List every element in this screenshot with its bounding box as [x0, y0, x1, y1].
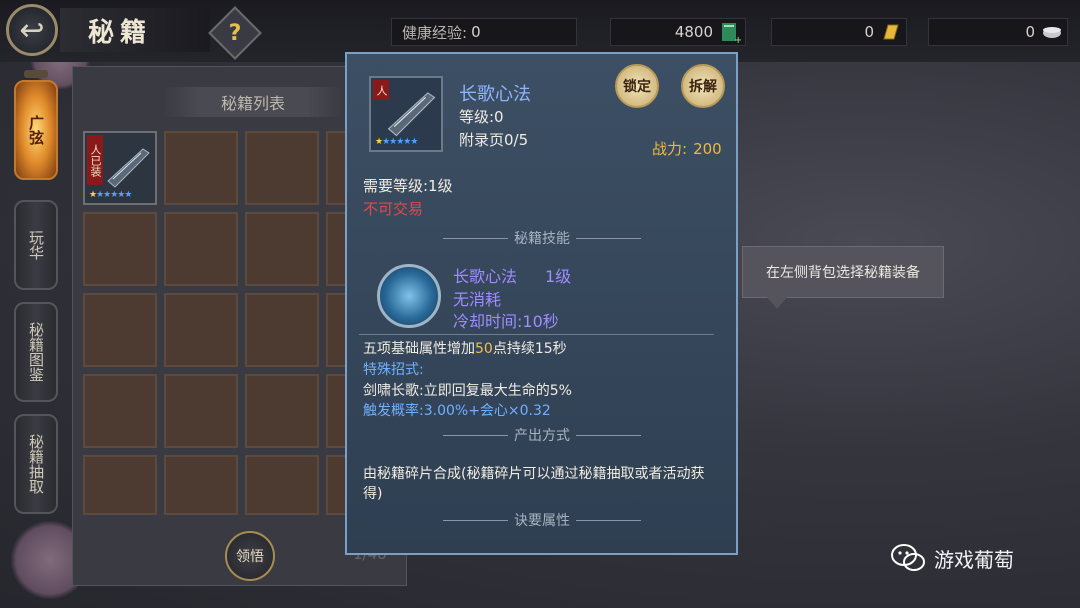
silver-currency-display: 0 — [928, 18, 1068, 46]
section-divider: 产出方式 — [437, 426, 647, 444]
health-exp-value: 0 — [471, 23, 481, 41]
no-trade-notice: 不可交易 — [363, 200, 424, 218]
tab-label: 广弦 — [27, 115, 45, 145]
inventory-slot-equipped[interactable]: 人已装 ★★★★★★ — [83, 131, 157, 205]
section-title: 诀要属性 — [514, 513, 570, 529]
desc-suffix: 点持续15秒 — [492, 341, 567, 357]
inventory-header: 秘籍列表 — [163, 87, 343, 117]
section-title: 产出方式 — [514, 428, 570, 444]
inventory-slot[interactable] — [245, 131, 319, 205]
comprehend-button[interactable]: 领悟 — [225, 531, 275, 581]
hint-bubble: 在左侧背包选择秘籍装备 — [742, 246, 944, 309]
skill-description: 五项基础属性增加50点持续15秒 — [363, 338, 567, 358]
question-icon: ? — [228, 20, 242, 46]
lantern-cap — [24, 70, 48, 78]
section-divider: 诀要属性 — [437, 511, 647, 529]
tab-manual-gallery[interactable]: 秘籍图鉴 — [14, 302, 58, 402]
wechat-icon — [891, 544, 925, 571]
inventory-slot[interactable] — [83, 212, 157, 286]
power-label: 战力: — [652, 140, 688, 158]
health-exp-label: 健康经验: — [402, 23, 468, 42]
green-book-icon: + — [722, 23, 741, 43]
inventory-slot[interactable] — [83, 374, 157, 448]
decompose-button[interactable]: 拆解 — [681, 64, 725, 108]
item-name: 长歌心法 — [459, 84, 531, 105]
combat-power: 战力: 200 — [652, 138, 722, 159]
special-move-label: 特殊招式: — [363, 362, 424, 378]
tab-label: 秘籍抽取 — [27, 434, 45, 494]
power-value: 200 — [693, 140, 722, 158]
special-move-desc: 剑啸长歌:立即回复最大生命的5% — [363, 383, 572, 399]
desc-number: 50 — [475, 341, 493, 357]
inventory-slot[interactable] — [164, 455, 238, 515]
desc-prefix: 五项基础属性增加 — [363, 341, 475, 357]
item-level: 等级:0 — [459, 108, 504, 126]
tab-label: 玩华 — [27, 230, 45, 260]
section-divider: 秘籍技能 — [437, 229, 647, 247]
svg-text:+: + — [734, 35, 741, 43]
tab-manual-draw[interactable]: 秘籍抽取 — [14, 414, 58, 514]
inventory-slot[interactable] — [164, 131, 238, 205]
inventory-slot[interactable] — [83, 455, 157, 515]
skill-cost: 无消耗 — [453, 290, 502, 309]
inventory-slot[interactable] — [164, 293, 238, 367]
inventory-slot[interactable] — [245, 374, 319, 448]
skill-cooldown: 冷却时间:10秒 — [453, 312, 559, 331]
skill-name: 长歌心法 — [453, 267, 518, 286]
inventory-slot[interactable] — [83, 293, 157, 367]
silver-currency-value: 0 — [1025, 23, 1035, 41]
star-rating: ★★★★★★ — [89, 190, 132, 200]
inventory-slot[interactable] — [164, 374, 238, 448]
gold-currency-value: 0 — [864, 23, 874, 41]
watermark-text: 游戏葡萄 — [934, 547, 1014, 572]
inventory-slot[interactable] — [245, 293, 319, 367]
item-icon: 人 ★★★★★★ — [369, 76, 443, 152]
trigger-chance: 触发概率:3.00%+会心×0.32 — [363, 403, 551, 419]
back-arrow-icon: ↩ — [19, 12, 45, 48]
book-currency-value: 4800 — [674, 23, 713, 41]
item-tooltip: 人 ★★★★★★ 长歌心法 等级:0 附录页0/5 锁定 拆解 战力: 200 需… — [345, 52, 738, 555]
skill-level: 1级 — [545, 267, 572, 286]
silver-bowl-icon — [1043, 27, 1061, 38]
equipped-flag: 人已装 — [87, 135, 103, 185]
lock-button[interactable]: 锁定 — [615, 64, 659, 108]
manual-scroll-icon — [387, 92, 436, 137]
tab-guangxian[interactable]: 广弦 — [14, 80, 58, 180]
section-title: 秘籍技能 — [514, 231, 570, 247]
star-rating: ★★★★★★ — [375, 137, 418, 147]
book-currency-display: 4800 + — [610, 18, 746, 46]
watermark: 游戏葡萄 — [890, 540, 1014, 576]
tab-wanhua[interactable]: 玩华 — [14, 200, 58, 290]
inventory-slot[interactable] — [245, 455, 319, 515]
gold-currency-display: 0 — [771, 18, 907, 46]
skill-separator — [359, 334, 714, 335]
inventory-slot[interactable] — [245, 212, 319, 286]
manual-scroll-icon — [107, 148, 150, 188]
skill-icon — [377, 264, 441, 328]
page-title: 秘籍 — [60, 8, 210, 52]
gold-ingot-icon — [883, 24, 899, 40]
item-appendix-pages: 附录页0/5 — [459, 131, 529, 149]
tab-label: 秘籍图鉴 — [27, 322, 45, 382]
health-exp-display: 健康经验: 0 — [391, 18, 577, 46]
inventory-slot[interactable] — [164, 212, 238, 286]
source-description: 由秘籍碎片合成(秘籍碎片可以通过秘籍抽取或者活动获得) — [363, 466, 705, 502]
back-button[interactable]: ↩ — [6, 4, 58, 56]
required-level: 需要等级:1级 — [363, 177, 453, 195]
